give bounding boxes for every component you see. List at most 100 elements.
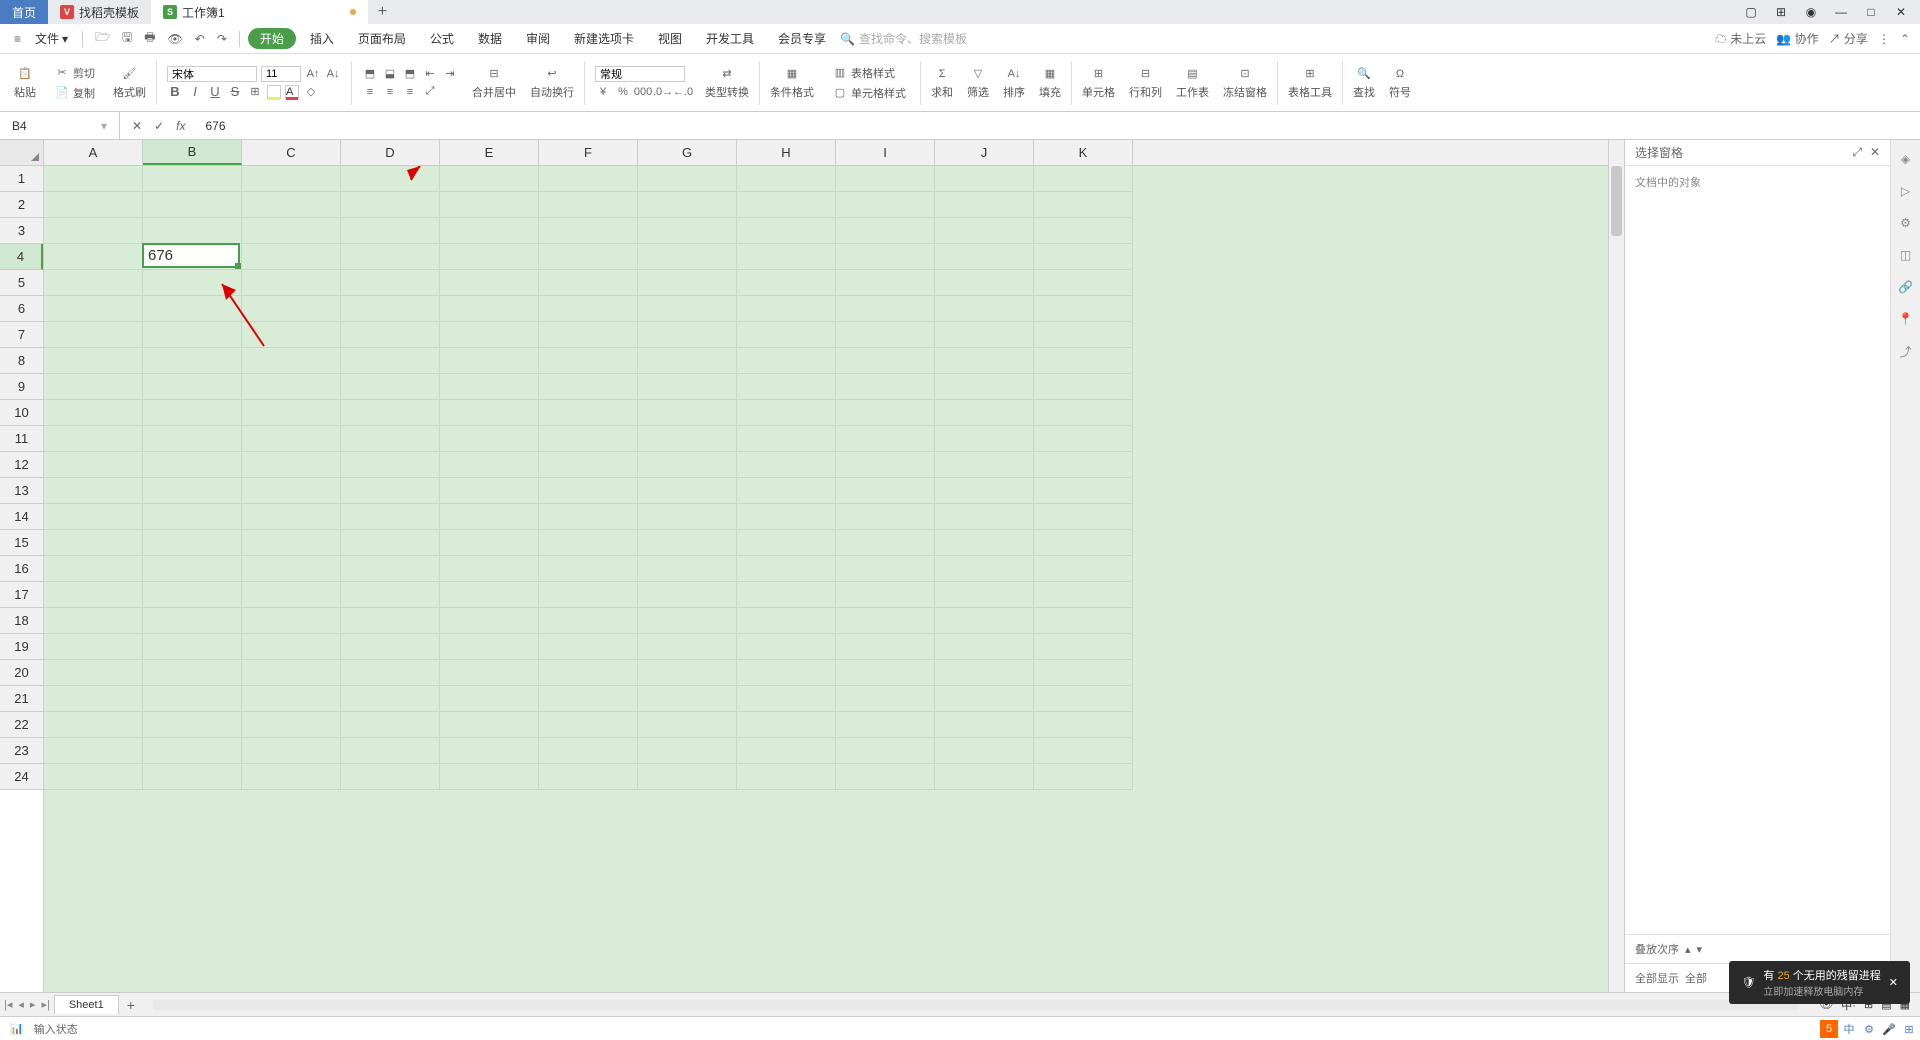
cell[interactable] — [440, 374, 539, 400]
cell[interactable] — [440, 192, 539, 218]
pin-icon[interactable]: ⤢ — [1852, 145, 1862, 160]
font-size-select[interactable] — [261, 66, 301, 82]
cell[interactable] — [836, 244, 935, 270]
cell[interactable] — [836, 426, 935, 452]
cell[interactable] — [737, 738, 836, 764]
cell[interactable] — [1034, 296, 1133, 322]
cell[interactable] — [1034, 660, 1133, 686]
cell[interactable] — [341, 738, 440, 764]
side-select-icon[interactable]: ▷ — [1897, 182, 1915, 200]
cell[interactable] — [638, 556, 737, 582]
row-header-16[interactable]: 16 — [0, 556, 43, 582]
cell[interactable] — [242, 452, 341, 478]
cell[interactable] — [836, 166, 935, 192]
cell[interactable] — [836, 322, 935, 348]
cell[interactable] — [836, 608, 935, 634]
cell[interactable] — [539, 478, 638, 504]
confirm-edit-icon[interactable]: ✓ — [154, 119, 164, 133]
prev-sheet-icon[interactable]: ◂ — [18, 998, 24, 1011]
cell[interactable] — [143, 452, 242, 478]
row-header-8[interactable]: 8 — [0, 348, 43, 374]
cell[interactable] — [341, 556, 440, 582]
cell[interactable] — [737, 764, 836, 790]
row-header-19[interactable]: 19 — [0, 634, 43, 660]
cell[interactable] — [1034, 634, 1133, 660]
hide-all-button[interactable]: 全部 — [1685, 970, 1707, 986]
maximize-button[interactable]: □ — [1862, 3, 1880, 21]
cell[interactable] — [638, 452, 737, 478]
cell[interactable] — [737, 556, 836, 582]
cell[interactable] — [143, 686, 242, 712]
cell[interactable] — [539, 270, 638, 296]
table-tools-button[interactable]: ⊞表格工具 — [1282, 64, 1338, 102]
cell[interactable] — [440, 530, 539, 556]
cell[interactable] — [539, 192, 638, 218]
inc-decimal-icon[interactable]: .0→ — [655, 84, 671, 100]
cell[interactable] — [638, 270, 737, 296]
cell[interactable] — [836, 738, 935, 764]
paste-button[interactable]: 📋粘贴 — [8, 64, 42, 102]
cell[interactable] — [143, 296, 242, 322]
minimize-button[interactable]: — — [1832, 3, 1850, 21]
cell[interactable] — [242, 478, 341, 504]
menu-review[interactable]: 审阅 — [516, 27, 560, 50]
cell[interactable] — [143, 218, 242, 244]
tab-template[interactable]: V 找稻壳模板 — [48, 0, 151, 24]
find-button[interactable]: 🔍查找 — [1347, 64, 1381, 102]
row-header-9[interactable]: 9 — [0, 374, 43, 400]
cell[interactable] — [143, 608, 242, 634]
cell[interactable] — [440, 400, 539, 426]
cell[interactable] — [638, 634, 737, 660]
menu-formula[interactable]: 公式 — [420, 27, 464, 50]
cell[interactable] — [440, 582, 539, 608]
cell[interactable] — [638, 426, 737, 452]
row-header-3[interactable]: 3 — [0, 218, 43, 244]
indent-dec-icon[interactable]: ⇤ — [422, 66, 438, 82]
row-header-15[interactable]: 15 — [0, 530, 43, 556]
cell[interactable] — [242, 374, 341, 400]
menu-layout[interactable]: 页面布局 — [348, 27, 416, 50]
clear-format-icon[interactable]: ◇ — [303, 84, 319, 100]
grow-font-icon[interactable]: A↑ — [305, 66, 321, 82]
cell[interactable] — [1034, 244, 1133, 270]
cell[interactable] — [1034, 712, 1133, 738]
cell[interactable] — [44, 400, 143, 426]
cell[interactable] — [44, 738, 143, 764]
cell[interactable] — [539, 712, 638, 738]
cell-style-button[interactable]: ▢单元格样式 — [828, 84, 910, 102]
cell[interactable] — [44, 608, 143, 634]
cell[interactable] — [737, 712, 836, 738]
cell[interactable] — [1034, 166, 1133, 192]
cell[interactable] — [341, 478, 440, 504]
row-header-10[interactable]: 10 — [0, 400, 43, 426]
cell[interactable] — [539, 686, 638, 712]
cell[interactable] — [242, 348, 341, 374]
row-header-18[interactable]: 18 — [0, 608, 43, 634]
cell[interactable] — [242, 270, 341, 296]
cell[interactable] — [440, 686, 539, 712]
cell[interactable] — [737, 374, 836, 400]
cell[interactable] — [341, 218, 440, 244]
formula-input[interactable]: 676 — [197, 119, 1920, 133]
sheet-tab-1[interactable]: Sheet1 — [54, 995, 119, 1014]
cell[interactable] — [1034, 270, 1133, 296]
cell[interactable] — [935, 660, 1034, 686]
col-header-J[interactable]: J — [935, 140, 1034, 165]
number-format-select[interactable] — [595, 66, 685, 82]
cell[interactable] — [143, 764, 242, 790]
row-header-7[interactable]: 7 — [0, 322, 43, 348]
cell[interactable] — [539, 322, 638, 348]
row-header-21[interactable]: 21 — [0, 686, 43, 712]
cell[interactable] — [341, 712, 440, 738]
show-all-button[interactable]: 全部显示 — [1635, 970, 1679, 986]
cell[interactable] — [836, 660, 935, 686]
cell[interactable] — [440, 322, 539, 348]
cell[interactable] — [341, 374, 440, 400]
cell[interactable] — [44, 686, 143, 712]
cell[interactable] — [935, 244, 1034, 270]
cell[interactable] — [539, 452, 638, 478]
col-header-C[interactable]: C — [242, 140, 341, 165]
cell[interactable] — [638, 296, 737, 322]
cell[interactable] — [341, 270, 440, 296]
toast-notification[interactable]: 🛡 有 25 个无用的残留进程 立即加速释放电脑内存 ✕ — [1729, 961, 1910, 1004]
